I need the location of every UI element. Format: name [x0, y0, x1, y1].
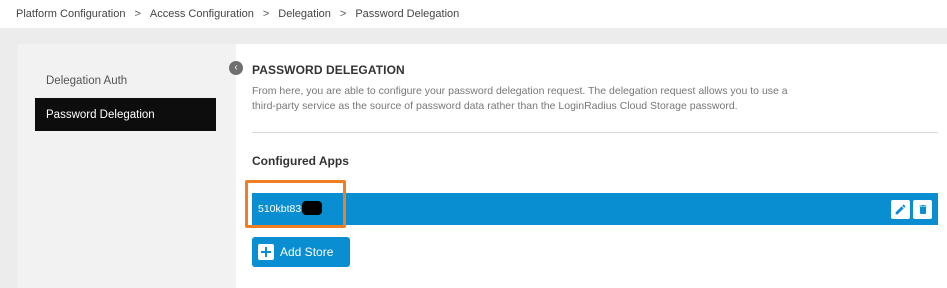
highlight-annotation — [245, 180, 346, 228]
plus-icon — [258, 244, 274, 260]
add-store-button[interactable]: Add Store — [252, 237, 350, 267]
breadcrumb-item-platform-configuration[interactable]: Platform Configuration — [16, 8, 125, 20]
sidebar: Delegation Auth Password Delegation — [18, 44, 236, 288]
sidebar-item-delegation-auth[interactable]: Delegation Auth — [35, 64, 216, 97]
chevron-left-icon[interactable]: ‹ — [229, 61, 243, 75]
sidebar-item-label: Delegation Auth — [46, 74, 128, 87]
app-row[interactable]: 510kbt83 — [252, 193, 938, 225]
edit-button[interactable] — [891, 200, 910, 219]
delete-button[interactable] — [913, 200, 932, 219]
breadcrumb-separator: > — [262, 8, 270, 20]
pencil-icon — [895, 204, 906, 215]
sidebar-item-label: Password Delegation — [46, 108, 155, 121]
row-actions — [891, 200, 932, 219]
breadcrumb-separator: > — [339, 8, 347, 20]
breadcrumb-item-password-delegation: Password Delegation — [355, 8, 460, 20]
breadcrumb-item-delegation[interactable]: Delegation — [278, 8, 331, 20]
add-store-label: Add Store — [280, 245, 334, 259]
trash-icon — [919, 205, 926, 214]
configured-apps-heading: Configured Apps — [252, 154, 349, 168]
breadcrumb-item-access-configuration[interactable]: Access Configuration — [150, 8, 254, 20]
sidebar-item-password-delegation[interactable]: Password Delegation — [35, 98, 216, 131]
breadcrumb: Platform Configuration > Access Configur… — [0, 0, 947, 28]
page-description: From here, you are able to configure you… — [252, 85, 788, 112]
breadcrumb-separator: > — [134, 8, 141, 20]
divider — [252, 132, 938, 133]
page-title: PASSWORD DELEGATION — [252, 63, 405, 77]
